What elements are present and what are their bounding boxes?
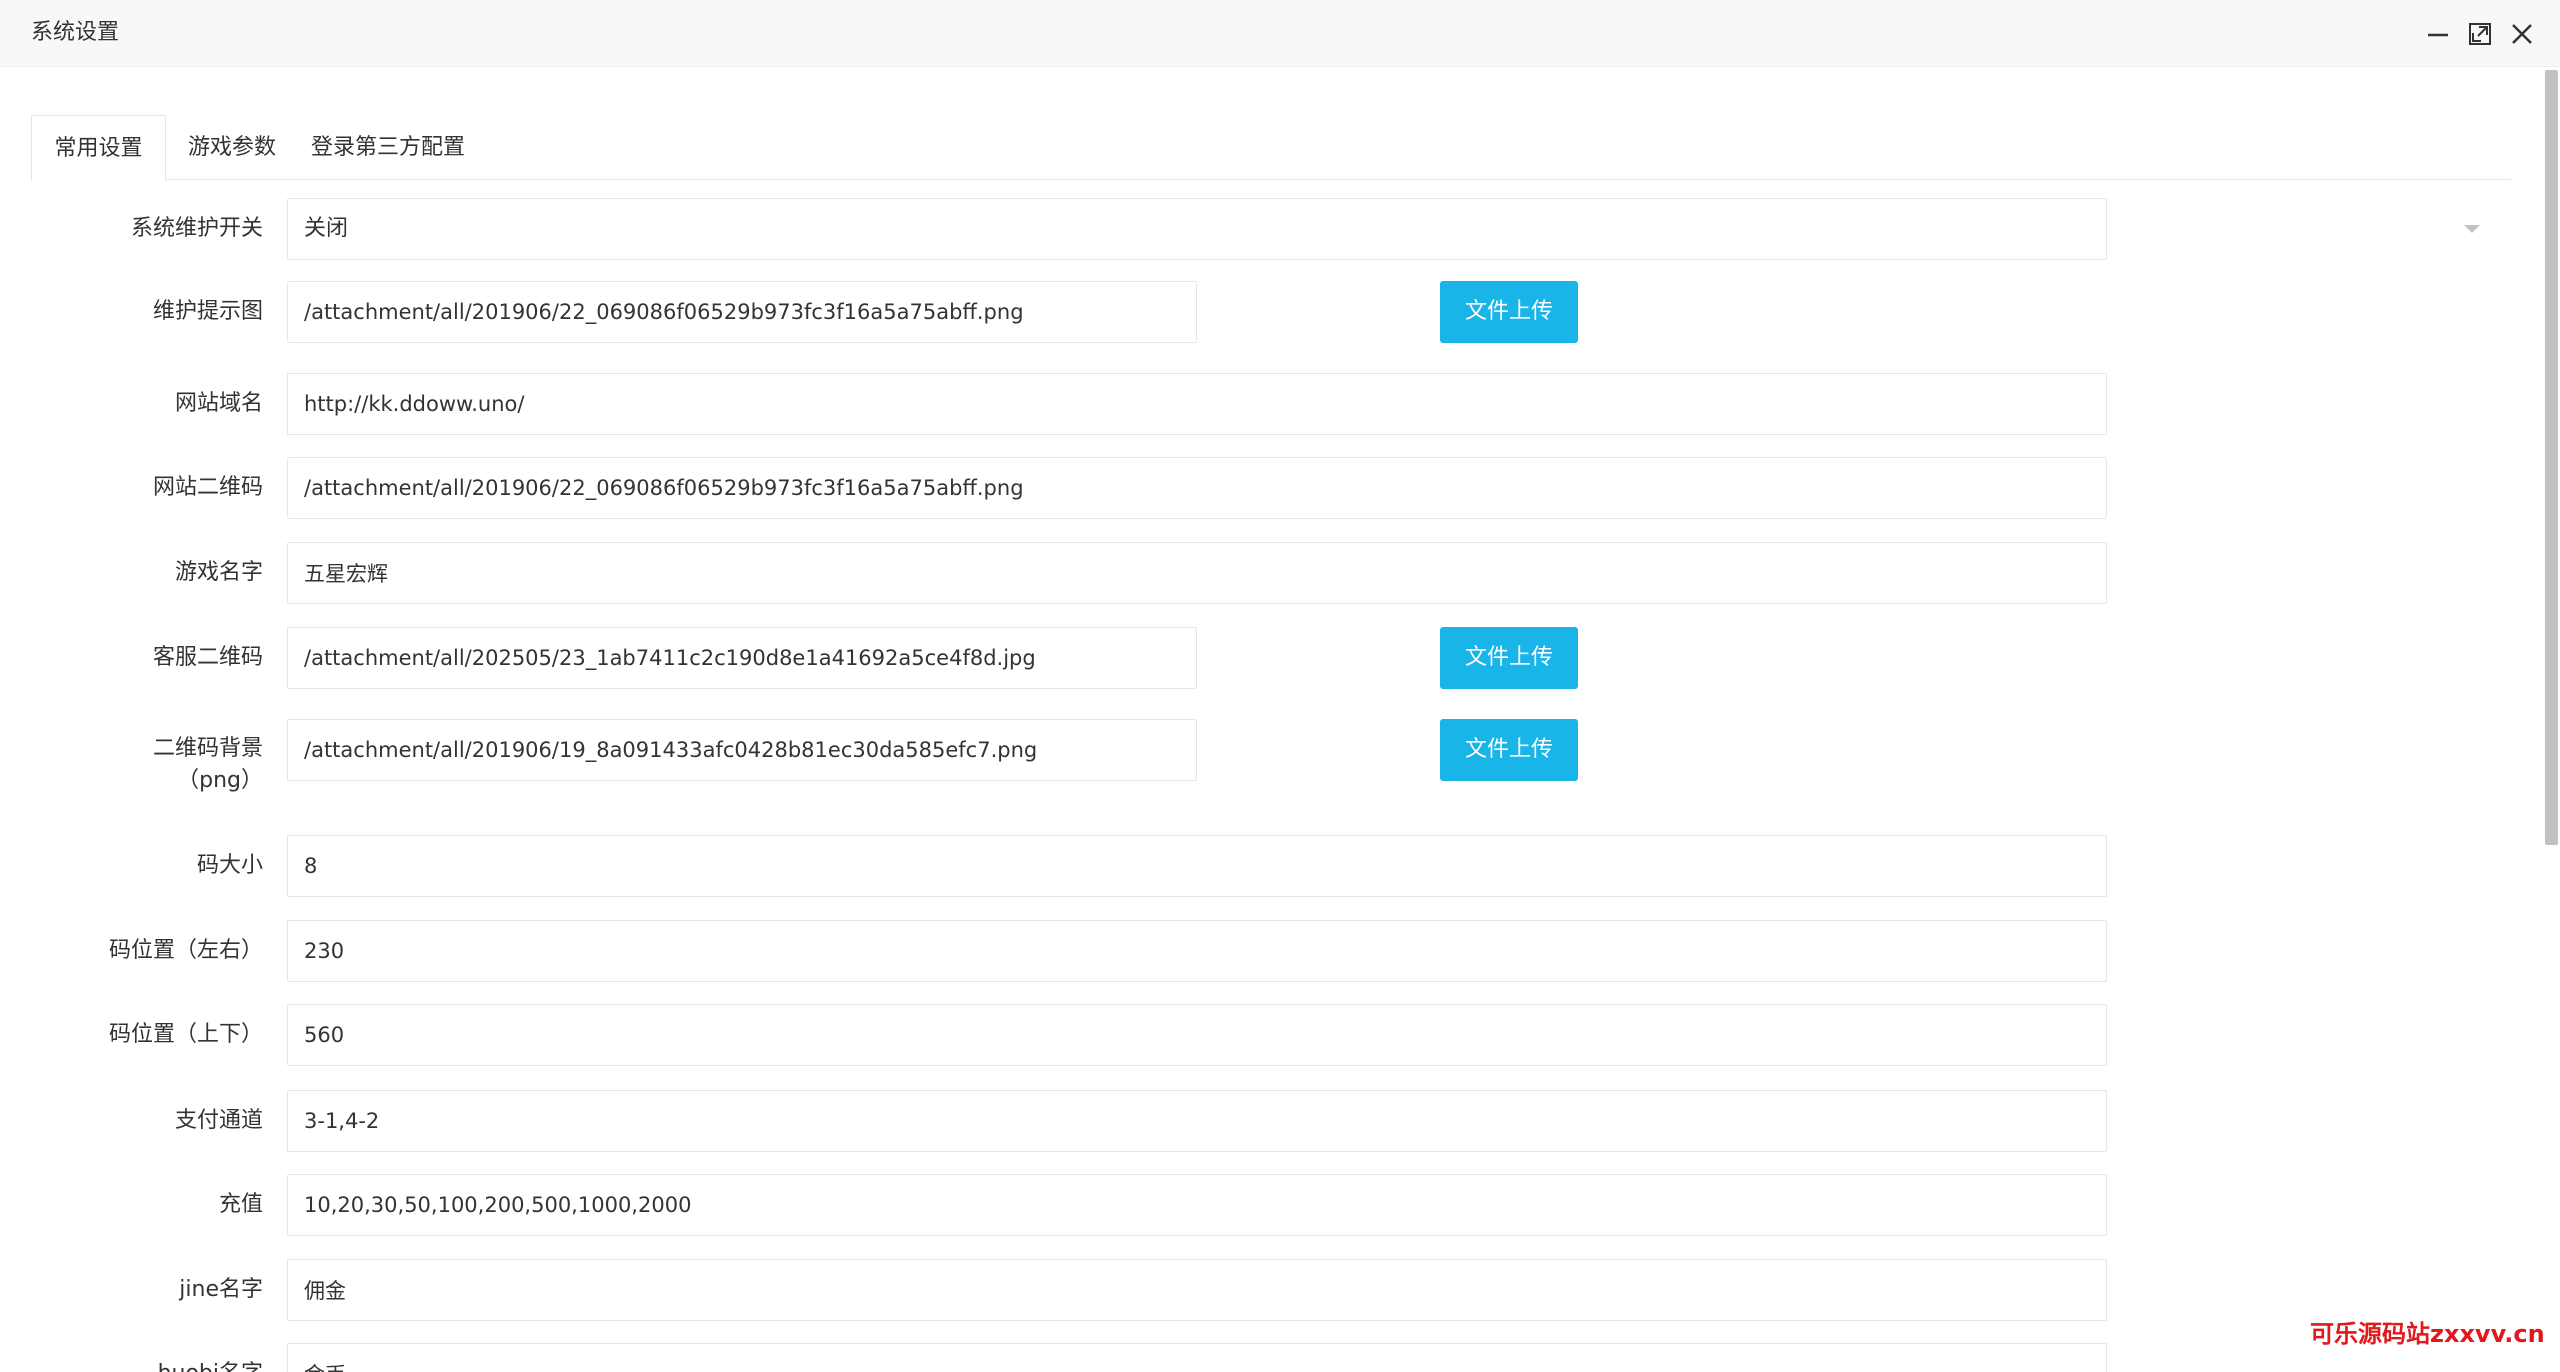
qrcode-background-upload-button[interactable]: 文件上传 [1440, 719, 1578, 781]
recharge-label: 充值 [218, 1192, 263, 1217]
chevron-down-icon[interactable] [2462, 223, 2482, 235]
game-name-label: 游戏名字 [174, 560, 263, 585]
tab-third-party-login[interactable]: 登录第三方配置 [298, 115, 478, 180]
tab-game-params[interactable]: 游戏参数 [166, 115, 298, 180]
window-title: 系统设置 [31, 20, 120, 45]
pay-channel-label: 支付通道 [174, 1108, 263, 1133]
title-bar: 系统设置 [0, 0, 2560, 67]
maintenance-image-input[interactable] [287, 281, 1197, 343]
maximize-icon[interactable] [2466, 20, 2494, 48]
qrcode-background-label: 二维码背景 （png） [0, 733, 263, 797]
qrcode-background-input[interactable] [287, 719, 1197, 781]
site-qrcode-input[interactable] [287, 457, 2107, 519]
watermark-text: 可乐源码站zxxvv.cn [2310, 1320, 2545, 1348]
tab-common-settings[interactable]: 常用设置 [31, 115, 166, 181]
code-position-lr-label: 码位置（左右） [108, 938, 263, 963]
close-icon[interactable] [2508, 20, 2536, 48]
site-domain-input[interactable] [287, 373, 2107, 435]
huobi-name-label: huobi名字 [0, 1359, 263, 1372]
site-qrcode-label: 网站二维码 [152, 475, 263, 500]
maintenance-select[interactable]: 关闭 [287, 198, 2107, 260]
huobi-name-input[interactable] [287, 1343, 2107, 1372]
service-qrcode-input[interactable] [287, 627, 1197, 689]
recharge-input[interactable] [287, 1174, 2107, 1236]
jine-name-label: jine名字 [179, 1277, 263, 1302]
scrollbar-thumb[interactable] [2545, 70, 2558, 845]
service-qrcode-label: 客服二维码 [152, 645, 263, 670]
code-size-input[interactable] [287, 835, 2107, 897]
qrcode-background-label-line1: 二维码背景 [152, 736, 263, 761]
qrcode-background-label-line2: （png） [177, 768, 263, 793]
settings-window: 系统设置 常用设置 游戏参数 登录第三方配置 系统维护开关 关闭 维护提示图 /… [0, 0, 2560, 1372]
code-position-tb-input[interactable] [287, 1004, 2107, 1066]
maintenance-label: 系统维护开关 [130, 216, 263, 241]
service-qrcode-upload-button[interactable]: 文件上传 [1440, 627, 1578, 689]
jine-name-input[interactable] [287, 1259, 2107, 1321]
maintenance-image-upload-button[interactable]: 文件上传 [1440, 281, 1578, 343]
pay-channel-input[interactable] [287, 1090, 2107, 1152]
site-domain-label: 网站域名 [174, 391, 263, 416]
tab-bar: 常用设置 游戏参数 登录第三方配置 [31, 115, 2511, 181]
code-position-tb-label: 码位置（上下） [108, 1022, 263, 1047]
maintenance-image-label: 维护提示图 [152, 299, 263, 324]
game-name-input[interactable] [287, 542, 2107, 604]
code-size-label: 码大小 [196, 853, 263, 878]
minimize-icon[interactable] [2424, 20, 2452, 48]
code-position-lr-input[interactable] [287, 920, 2107, 982]
